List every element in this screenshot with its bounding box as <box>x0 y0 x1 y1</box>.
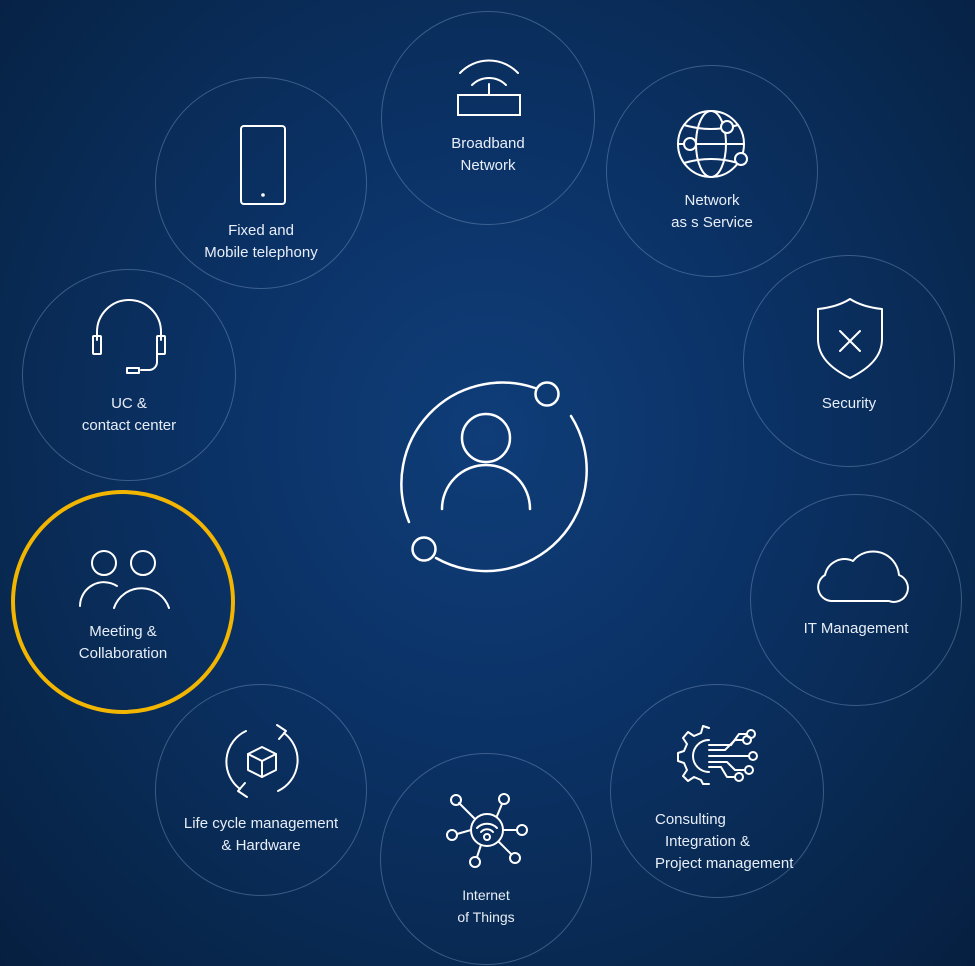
meeting-label-line1: Meeting & <box>89 623 157 640</box>
user-icon <box>400 381 588 573</box>
meeting-label-line2: Collaboration <box>78 645 168 662</box>
iot-hub-icon <box>446 793 528 868</box>
iot-label-line1: Internet <box>462 887 510 903</box>
uc-label-line2: contact center <box>81 417 177 434</box>
headset-icon <box>92 299 166 374</box>
security-label: Security <box>821 395 877 412</box>
cloud-icon <box>817 550 909 603</box>
node-network-as-a-service[interactable]: Network as s Service <box>606 65 818 277</box>
lifecycle-label-line1: Life cycle management <box>183 815 339 832</box>
node-consulting[interactable]: Consulting Integration & Project managem… <box>610 684 824 898</box>
two-users-icon <box>79 550 170 609</box>
naas-label-line2: as s Service <box>671 214 753 231</box>
node-meeting-collaboration[interactable]: Meeting & Collaboration <box>11 490 235 714</box>
telephony-label-line2: Mobile telephony <box>204 244 318 261</box>
consulting-label-line1: Consulting <box>655 811 726 828</box>
lifecycle-label-line2: & Hardware <box>221 837 301 854</box>
globe-network-icon <box>677 110 748 178</box>
node-it-management[interactable]: IT Management <box>750 494 962 706</box>
broadband-label-line2: Network <box>460 157 516 174</box>
uc-label-line1: UC & <box>111 395 147 412</box>
center-user-hub <box>380 376 592 576</box>
node-fixed-mobile-telephony[interactable]: Fixed and Mobile telephony <box>155 77 367 289</box>
iot-label-line2: of Things <box>457 909 515 925</box>
gear-circuit-icon <box>677 725 758 785</box>
consulting-label-line3: Project management <box>655 855 794 872</box>
service-wheel-diagram: { "colors": { "background": "#0b3266", "… <box>0 0 975 966</box>
node-internet-of-things[interactable]: Internet of Things <box>380 753 592 965</box>
broadband-label-line1: Broadband <box>451 135 525 152</box>
consulting-label-line2: Integration & <box>665 833 751 850</box>
node-uc-contact-center[interactable]: UC & contact center <box>22 269 236 481</box>
cycle-box-icon <box>225 724 299 798</box>
naas-label-line1: Network <box>684 192 740 209</box>
node-life-cycle-management[interactable]: Life cycle management & Hardware <box>155 684 367 896</box>
mobile-phone-icon <box>240 125 286 205</box>
shield-icon <box>817 298 883 379</box>
telephony-label-line1: Fixed and <box>228 222 294 239</box>
router-icon <box>457 59 521 116</box>
node-broadband-network[interactable]: Broadband Network <box>381 11 595 225</box>
node-security[interactable]: Security <box>743 255 955 467</box>
it-management-label: IT Management <box>803 620 909 637</box>
